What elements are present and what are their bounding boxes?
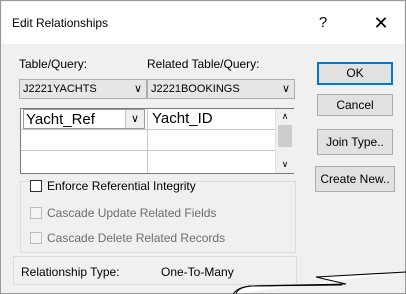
callout-shape: [231, 271, 406, 294]
